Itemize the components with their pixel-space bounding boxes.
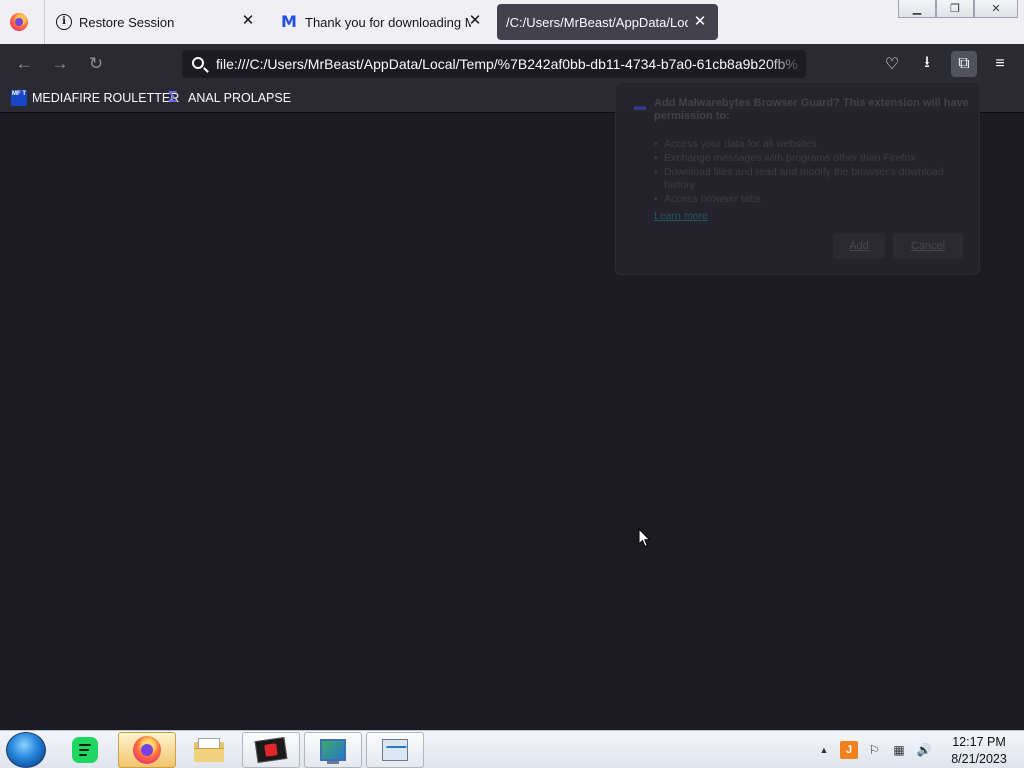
- bookmark-anal-prolapse[interactable]: Σ ANAL PROLAPSE: [168, 90, 291, 106]
- tab-title: Restore Session: [79, 14, 175, 30]
- taskbar-resource-monitor[interactable]: [366, 732, 424, 768]
- extensions-button[interactable]: ⧉: [951, 51, 977, 77]
- start-button[interactable]: [6, 732, 46, 768]
- bookmark-label: ANAL PROLAPSE: [188, 91, 292, 105]
- taskbar-spotify[interactable]: [56, 732, 114, 768]
- resource-monitor-icon: [382, 739, 408, 761]
- tab-title: Thank you for downloading Ma: [305, 14, 471, 30]
- graphics-card-icon: [254, 737, 288, 763]
- taskbar-firefox[interactable]: [118, 732, 176, 768]
- tab-close-icon[interactable]: ✕: [692, 14, 708, 30]
- spotify-icon: [72, 737, 98, 763]
- forward-button[interactable]: →: [48, 52, 72, 76]
- tab-restore-session[interactable]: i Restore Session ✕: [44, 0, 266, 44]
- clock-date: 8/21/2023: [951, 752, 1007, 766]
- taskbar-clock[interactable]: 12:17 PM 8/21/2023: [940, 734, 1018, 768]
- malwarebytes-icon: ▬: [634, 99, 646, 113]
- back-button[interactable]: ←: [12, 52, 36, 76]
- window-controls: ▁ ❐ ✕: [898, 0, 1018, 18]
- bookmark-mediafire-rouletter[interactable]: MF T MEDIAFIRE ROULETTER: [11, 90, 179, 106]
- reload-button[interactable]: ↻: [84, 52, 108, 76]
- permission-item: Download files and read and modify the b…: [654, 166, 972, 192]
- url-bar[interactable]: file:///C:/Users/MrBeast/AppData/Local/T…: [182, 50, 806, 78]
- app-menu-button[interactable]: ≡: [987, 51, 1013, 77]
- url-text[interactable]: file:///C:/Users/MrBeast/AppData/Local/T…: [216, 56, 798, 72]
- search-icon: [192, 57, 204, 69]
- permission-list: Access your data for all websites Exchan…: [654, 138, 972, 207]
- mouse-cursor-icon: [638, 528, 651, 548]
- bookmark-label: MEDIAFIRE ROULETTER: [32, 91, 180, 105]
- firefox-logo-icon[interactable]: [10, 13, 28, 31]
- minimize-button[interactable]: ▁: [898, 0, 936, 18]
- firefox-icon: [133, 736, 161, 764]
- info-icon: i: [56, 14, 72, 30]
- file-explorer-icon: [194, 738, 224, 762]
- tab-close-icon[interactable]: ✕: [240, 13, 256, 29]
- maximize-button[interactable]: ❐: [936, 0, 974, 18]
- downloads-button[interactable]: ⭳: [914, 51, 940, 77]
- permission-item: Access your data for all websites: [654, 138, 972, 151]
- taskbar-graphics-card-app[interactable]: [242, 732, 300, 768]
- show-hidden-icons-button[interactable]: ▲: [815, 741, 833, 759]
- tab-title: /C:/Users/MrBeast/AppData/Local/: [506, 14, 688, 30]
- malwarebytes-icon: [281, 12, 297, 31]
- taskbar: ▲ J ⚐ ▦ 🔊 12:17 PM 8/21/2023: [0, 730, 1024, 768]
- network-icon[interactable]: ▦: [890, 741, 908, 759]
- tab-local-file[interactable]: /C:/Users/MrBeast/AppData/Local/ ✕: [497, 4, 718, 40]
- extension-permission-popup: ▬ Add Malwarebytes Browser Guard? This e…: [615, 82, 980, 275]
- pocket-button[interactable]: ♡: [879, 51, 905, 77]
- taskbar-file-explorer[interactable]: [180, 732, 238, 768]
- tab-close-icon[interactable]: ✕: [467, 13, 483, 29]
- cancel-button[interactable]: Cancel: [893, 233, 963, 259]
- mediafire-favicon-icon: MF T: [11, 90, 27, 106]
- permission-item: Access browser tabs: [654, 193, 972, 206]
- java-update-icon[interactable]: J: [840, 741, 858, 759]
- tab-malwarebytes-download[interactable]: Thank you for downloading Ma ✕: [272, 0, 492, 44]
- nav-toolbar: ← → ↻ file:///C:/Users/MrBeast/AppData/L…: [0, 44, 1024, 84]
- close-window-button[interactable]: ✕: [974, 0, 1018, 18]
- taskbar-display-settings[interactable]: [304, 732, 362, 768]
- action-center-flag-icon[interactable]: ⚐: [865, 741, 883, 759]
- display-settings-icon: [320, 739, 346, 764]
- sigma-favicon-icon: Σ: [168, 89, 178, 106]
- system-tray: ▲ J ⚐ ▦ 🔊: [815, 731, 940, 768]
- popup-heading: Add Malwarebytes Browser Guard? This ext…: [654, 97, 969, 122]
- add-extension-button[interactable]: Add: [833, 233, 885, 259]
- learn-more-link[interactable]: Learn more: [654, 210, 708, 222]
- tab-strip: i Restore Session ✕ Thank you for downlo…: [0, 0, 1024, 44]
- volume-icon[interactable]: 🔊: [915, 741, 933, 759]
- permission-item: Exchange messages with programs other th…: [654, 152, 972, 165]
- clock-time: 12:17 PM: [952, 735, 1006, 749]
